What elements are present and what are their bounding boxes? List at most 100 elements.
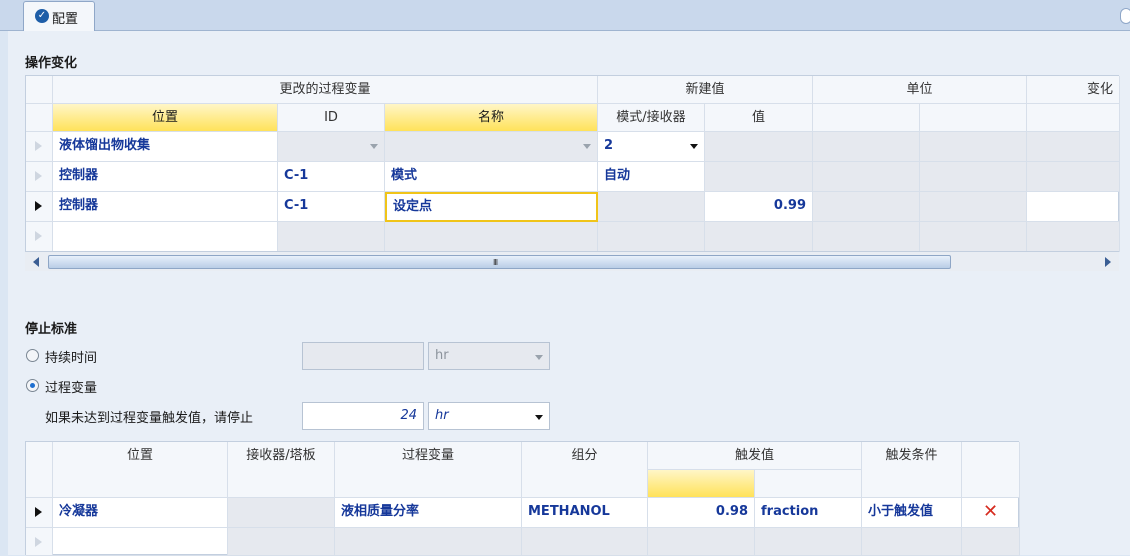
trigger-row-unit[interactable]: fraction	[755, 498, 862, 528]
scrollbar-thumb[interactable]: III	[48, 255, 951, 269]
window-scroll-nub[interactable]	[1120, 8, 1130, 24]
column-header-value[interactable]: 值	[705, 104, 813, 132]
row-selector-current[interactable]	[26, 498, 53, 528]
row3-value[interactable]: 0.99	[705, 192, 813, 222]
chevron-down-icon	[583, 144, 591, 149]
row-pointer-icon	[35, 537, 42, 547]
row-selector[interactable]	[26, 162, 53, 192]
process-variable-radio[interactable]	[26, 379, 39, 392]
stop-criteria-title: 停止标准	[25, 322, 78, 337]
trigger-new-process-var	[335, 528, 522, 556]
row-selector-current[interactable]	[26, 192, 53, 222]
new-row-mode	[598, 222, 705, 252]
duration-radio[interactable]	[26, 349, 39, 362]
chevron-down-icon	[690, 144, 698, 149]
row2-id[interactable]: C-1	[278, 162, 385, 192]
row-selector-new[interactable]	[26, 528, 53, 556]
fallback-duration-input[interactable]: 24	[302, 402, 424, 430]
row-selector[interactable]	[26, 132, 53, 162]
row1-change	[1027, 132, 1120, 162]
trigger-new-component	[522, 528, 648, 556]
row-selector-new[interactable]	[26, 222, 53, 252]
row1-id-combo[interactable]	[278, 132, 385, 162]
trigger-new-unit	[755, 528, 862, 556]
column-header-unit-b[interactable]	[920, 104, 1027, 132]
trigger-new-location[interactable]	[53, 528, 228, 556]
scroll-right-icon[interactable]	[1105, 257, 1111, 267]
row3-unit-b	[920, 192, 1027, 222]
process-variable-label: 过程变量	[45, 381, 98, 396]
chevron-down-icon	[535, 355, 543, 360]
row-pointer-icon	[35, 231, 42, 241]
horizontal-scrollbar[interactable]: III	[25, 251, 1119, 271]
row1-mode-combo[interactable]: 2	[598, 132, 705, 162]
col-delete	[962, 442, 1020, 498]
tab-strip	[0, 0, 1130, 31]
chevron-down-icon	[370, 144, 378, 149]
group-header-unit: 单位	[813, 76, 1027, 104]
row1-location[interactable]: 液体馏出物收集	[53, 132, 278, 162]
duration-label: 持续时间	[45, 351, 98, 366]
row3-location[interactable]: 控制器	[53, 192, 278, 222]
manipulation-title: 操作变化	[25, 56, 78, 71]
trigger-row-process-var[interactable]: 液相质量分率	[335, 498, 522, 528]
col-trigger-value[interactable]	[648, 470, 755, 498]
trigger-row-condition[interactable]: 小于触发值	[862, 498, 962, 528]
row2-change	[1027, 162, 1120, 192]
row1-mode-value: 2	[604, 138, 614, 153]
row1-name-combo[interactable]	[385, 132, 598, 162]
trigger-row-component[interactable]: METHANOL	[522, 498, 648, 528]
trigger-grid: 位置 接收器/塔板 过程变量 组分 触发值 触发条件 冷凝器 液相质量分率 ME…	[25, 441, 1020, 556]
duration-unit-value: hr	[435, 348, 449, 363]
column-header-location[interactable]: 位置	[53, 104, 278, 132]
tab-config[interactable]: ✓ 配置	[23, 1, 95, 32]
row3-name-editing[interactable]: 设定点	[385, 192, 598, 222]
check-circle-icon: ✓	[35, 9, 49, 23]
fallback-unit-select[interactable]: hr	[428, 402, 550, 430]
row2-location[interactable]: 控制器	[53, 162, 278, 192]
row2-mode[interactable]: 自动	[598, 162, 705, 192]
duration-unit-select[interactable]: hr	[428, 342, 550, 370]
corner-cell	[26, 76, 53, 104]
trigger-row-value[interactable]: 0.98	[648, 498, 755, 528]
col-condition[interactable]: 触发条件	[862, 442, 962, 498]
col-component[interactable]: 组分	[522, 442, 648, 498]
row-pointer-icon	[35, 507, 42, 517]
fallback-unit-value: hr	[435, 408, 449, 423]
corner-cell-3	[26, 442, 53, 498]
col-location[interactable]: 位置	[53, 442, 228, 498]
row1-unit-b	[920, 132, 1027, 162]
duration-input[interactable]	[302, 342, 424, 370]
row3-id[interactable]: C-1	[278, 192, 385, 222]
trigger-new-delete	[962, 528, 1020, 556]
trigger-new-receiver	[228, 528, 335, 556]
col-process-var[interactable]: 过程变量	[335, 442, 522, 498]
scroll-left-icon[interactable]	[33, 257, 39, 267]
new-row-unit-a	[813, 222, 920, 252]
col-trigger[interactable]: 触发值	[648, 442, 862, 470]
column-header-unit-a[interactable]	[813, 104, 920, 132]
col-trigger-unit[interactable]	[755, 470, 862, 498]
trigger-row-location[interactable]: 冷凝器	[53, 498, 228, 528]
row-pointer-icon	[35, 171, 42, 181]
scrollbar-grip: III	[493, 258, 498, 267]
row2-value	[705, 162, 813, 192]
chevron-down-icon	[535, 415, 543, 420]
row-pointer-icon	[35, 141, 42, 151]
col-receiver-tray[interactable]: 接收器/塔板	[228, 442, 335, 498]
trigger-new-value	[648, 528, 755, 556]
row2-unit-a	[813, 162, 920, 192]
row1-unit-a	[813, 132, 920, 162]
column-header-change[interactable]	[1027, 104, 1120, 132]
column-header-mode-receiver[interactable]: 模式/接收器	[598, 104, 705, 132]
column-header-id[interactable]: ID	[278, 104, 385, 132]
new-row-value	[705, 222, 813, 252]
row1-value	[705, 132, 813, 162]
new-row-id	[278, 222, 385, 252]
column-header-name[interactable]: 名称	[385, 104, 598, 132]
row3-change[interactable]	[1027, 192, 1120, 222]
row2-name[interactable]: 模式	[385, 162, 598, 192]
delete-icon[interactable]: ✕	[962, 498, 1020, 528]
row3-mode	[598, 192, 705, 222]
new-row-location[interactable]	[53, 222, 278, 252]
